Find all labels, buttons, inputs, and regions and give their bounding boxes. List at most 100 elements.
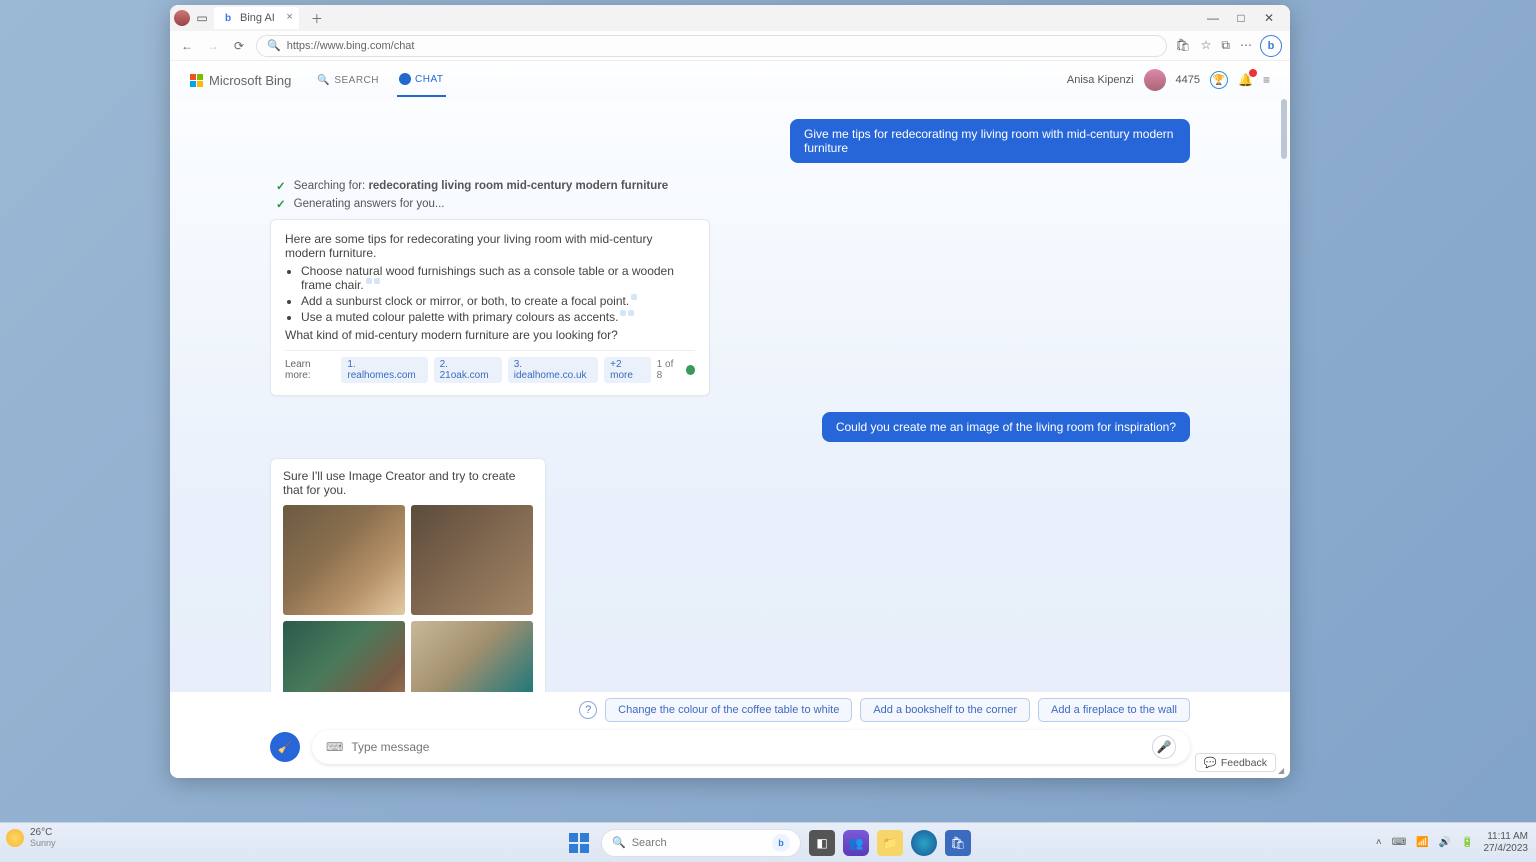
suggestion-3[interactable]: Add a fireplace to the wall [1038, 698, 1190, 722]
generated-image-2[interactable] [411, 505, 533, 615]
weather-widget[interactable]: 26°C Sunny [6, 827, 56, 848]
close-tab-icon[interactable]: × [286, 11, 292, 23]
date-text: 27/4/2023 [1484, 843, 1529, 855]
microsoft-logo-icon [190, 74, 203, 87]
shopping-icon[interactable]: 🛍 [1175, 38, 1190, 53]
new-tab-button[interactable]: ＋ [303, 10, 331, 27]
generated-image-3[interactable] [283, 621, 405, 692]
bing-sidebar-button[interactable]: b [1260, 35, 1282, 57]
address-bar-row: ← → ⟳ 🔍 https://www.bing.com/chat 🛍 ☆ ⧉ … [170, 31, 1290, 61]
resize-handle-icon[interactable]: ◢ [1278, 766, 1288, 776]
collections-icon[interactable]: ⧉ [1221, 38, 1230, 53]
taskview-icon[interactable]: ◧ [809, 830, 835, 856]
status-searching: ✓ Searching for: redecorating living roo… [276, 179, 1190, 193]
citation-icon[interactable] [366, 278, 372, 284]
minimize-icon[interactable]: — [1206, 11, 1220, 25]
learn-more-label: Learn more: [285, 359, 335, 381]
more-icon[interactable]: ⋯ [1240, 38, 1252, 53]
nav-search[interactable]: 🔍 SEARCH [315, 63, 381, 97]
system-tray: ˄ ⌨ 📶 🔊 🔋 11:11 AM 27/4/2023 [1376, 823, 1528, 862]
taskbar-search[interactable]: 🔍 Search b [601, 829, 801, 857]
citation-icon[interactable] [628, 310, 634, 316]
back-icon[interactable]: ← [178, 39, 196, 53]
compose-box[interactable]: ⌨ 🎤 [312, 730, 1190, 764]
rewards-icon[interactable]: 🏆 [1210, 71, 1228, 89]
maximize-icon[interactable]: □ [1234, 11, 1248, 25]
source-link-1[interactable]: 1. realhomes.com [341, 357, 427, 383]
citation-icon[interactable] [374, 278, 380, 284]
address-bar[interactable]: 🔍 https://www.bing.com/chat [256, 35, 1167, 57]
search-icon: 🔍 [267, 39, 281, 52]
clock[interactable]: 11:11 AM 27/4/2023 [1484, 831, 1529, 855]
taskbar: 26°C Sunny 🔍 Search b ◧ 👥 📁 🛍 ˄ ⌨ 📶 🔊 🔋 … [0, 822, 1536, 862]
generated-image-1[interactable] [283, 505, 405, 615]
turn-counter: 1 of 8 [657, 359, 695, 381]
tab-actions-icon[interactable]: ▭ [194, 11, 210, 25]
bing-header: Microsoft Bing 🔍 SEARCH CHAT Anisa Kipen… [170, 61, 1290, 99]
citation-icon[interactable] [620, 310, 626, 316]
favorite-icon[interactable]: ☆ [1201, 38, 1212, 53]
windows-logo-icon [569, 833, 589, 853]
browser-tab[interactable]: b Bing AI × [214, 7, 299, 29]
search-placeholder: Search [632, 837, 667, 849]
answer-item-3: Use a muted colour palette with primary … [301, 310, 695, 324]
suggestion-2[interactable]: Add a bookshelf to the corner [860, 698, 1030, 722]
tab-bar: ▭ b Bing AI × ＋ — □ ✕ [170, 5, 1290, 31]
microphone-icon[interactable]: 🎤 [1152, 735, 1176, 759]
header-right: Anisa Kipenzi 4475 🏆 🔔 ≡ [1067, 69, 1270, 91]
answer-followup: What kind of mid-century modern furnitur… [285, 328, 695, 342]
keyboard-lang-icon[interactable]: ⌨ [1392, 837, 1406, 848]
tab-title: Bing AI [240, 12, 275, 24]
brand-text: Microsoft Bing [209, 73, 291, 88]
answer-item-2: Add a sunburst clock or mirror, or both,… [301, 294, 695, 308]
scrollbar[interactable] [1281, 99, 1287, 159]
source-link-more[interactable]: +2 more [604, 357, 651, 383]
edge-icon[interactable] [911, 830, 937, 856]
stop-icon[interactable] [686, 365, 695, 375]
message-input[interactable] [351, 740, 1144, 754]
profile-icon[interactable] [174, 10, 190, 26]
learn-more-row: Learn more: 1. realhomes.com 2. 21oak.co… [285, 350, 695, 383]
header-nav: 🔍 SEARCH CHAT [315, 63, 445, 97]
weather-cond: Sunny [30, 838, 56, 848]
avatar[interactable] [1144, 69, 1166, 91]
check-icon: ✓ [276, 179, 286, 193]
battery-icon[interactable]: 🔋 [1461, 837, 1473, 848]
forward-icon[interactable]: → [204, 39, 222, 53]
chat-area: Give me tips for redecorating my living … [170, 99, 1290, 692]
notifications-icon[interactable]: 🔔 [1238, 73, 1253, 87]
status-search-query: redecorating living room mid-century mod… [368, 180, 668, 192]
window-controls: — □ ✕ [1206, 11, 1286, 25]
volume-icon[interactable]: 🔊 [1439, 837, 1451, 848]
new-topic-button[interactable]: 🧹 [270, 732, 300, 762]
feedback-button[interactable]: 💬 Feedback [1195, 753, 1276, 772]
teams-icon[interactable]: 👥 [843, 830, 869, 856]
browser-window: ▭ b Bing AI × ＋ — □ ✕ ← → ⟳ 🔍 https://ww… [170, 5, 1290, 778]
status-generating: ✓ Generating answers for you... [276, 197, 1190, 211]
refresh-icon[interactable]: ⟳ [230, 39, 248, 53]
user-name[interactable]: Anisa Kipenzi [1067, 74, 1134, 86]
chevron-up-icon[interactable]: ˄ [1376, 837, 1382, 848]
wifi-icon[interactable]: 📶 [1416, 837, 1428, 848]
help-icon[interactable]: ? [579, 701, 597, 719]
citation-icon[interactable] [631, 294, 637, 300]
store-icon[interactable]: 🛍 [945, 830, 971, 856]
taskbar-center: 🔍 Search b ◧ 👥 📁 🛍 [565, 829, 971, 857]
close-window-icon[interactable]: ✕ [1262, 11, 1276, 25]
source-link-2[interactable]: 2. 21oak.com [434, 357, 502, 383]
bing-icon: b [772, 834, 790, 852]
file-explorer-icon[interactable]: 📁 [877, 830, 903, 856]
check-icon: ✓ [276, 197, 286, 211]
start-button[interactable] [565, 829, 593, 857]
search-icon: 🔍 [612, 836, 626, 849]
nav-chat[interactable]: CHAT [397, 63, 445, 97]
image-intro: Sure I'll use Image Creator and try to c… [283, 469, 533, 497]
generated-image-4[interactable] [411, 621, 533, 692]
hamburger-icon[interactable]: ≡ [1263, 73, 1270, 87]
points-value: 4475 [1176, 74, 1200, 86]
notification-badge [1249, 69, 1257, 77]
microsoft-bing-logo[interactable]: Microsoft Bing [190, 73, 291, 88]
bing-favicon-icon: b [222, 12, 234, 24]
suggestion-1[interactable]: Change the colour of the coffee table to… [605, 698, 852, 722]
source-link-3[interactable]: 3. idealhome.co.uk [508, 357, 598, 383]
